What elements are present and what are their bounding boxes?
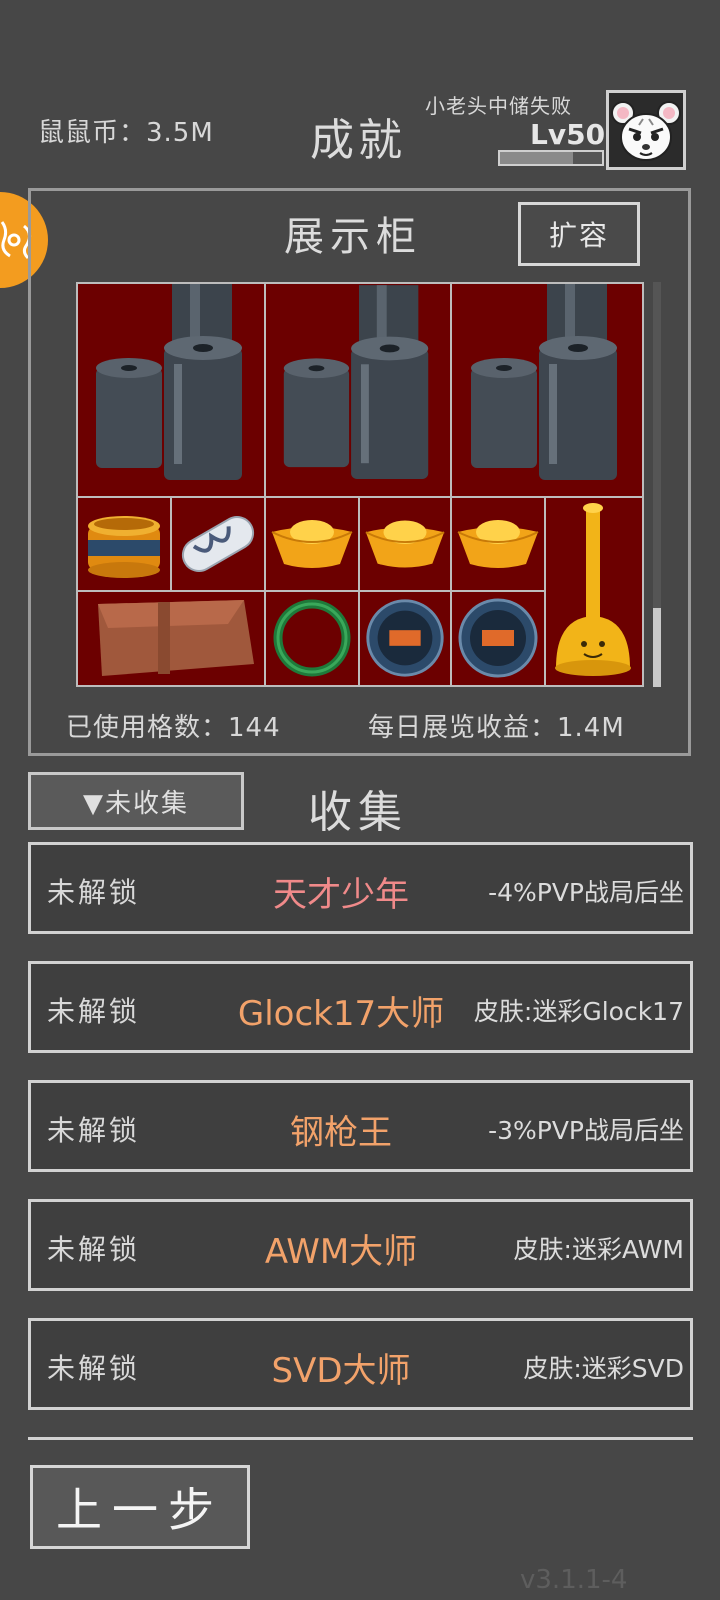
achievement-reward: -4%PVP战局后坐 (488, 878, 684, 907)
achievement-status: 未解锁 (47, 1114, 141, 1147)
grid-cell[interactable] (452, 284, 642, 498)
toilet-paper-rolls-icon (96, 284, 242, 480)
grid-cell[interactable] (266, 498, 360, 592)
achievement-reward: 皮肤:迷彩SVD (523, 1354, 684, 1383)
page-title: 成就 (310, 115, 406, 166)
grid-cell[interactable] (452, 498, 546, 592)
level-progress-bar (498, 150, 604, 166)
diving-watch-icon (366, 599, 444, 677)
gold-ingot-icon (271, 520, 353, 568)
cabinet-scrollbar-thumb[interactable] (653, 608, 661, 687)
achievement-status: 未解锁 (47, 876, 141, 909)
grid-cell[interactable] (78, 592, 266, 685)
grid-cell[interactable] (546, 498, 642, 685)
grid-cell[interactable] (78, 498, 172, 592)
level-progress-fill (500, 152, 574, 164)
achievement-row[interactable]: 未解锁 天才少年 -4%PVP战局后坐 (28, 842, 693, 934)
achievement-status: 未解锁 (47, 1233, 141, 1266)
leather-folder-icon (98, 600, 254, 676)
achievement-reward: 皮肤:迷彩AWM (513, 1235, 684, 1264)
achievement-name: SVD大师 (271, 1351, 411, 1391)
back-button[interactable]: 上一步 (30, 1465, 250, 1549)
achievement-row[interactable]: 未解锁 SVD大师 皮肤:迷彩SVD (28, 1318, 693, 1410)
achievement-row-partial (28, 1437, 693, 1446)
toilet-paper-rolls-icon (283, 285, 429, 480)
achievement-status: 未解锁 (47, 1352, 141, 1385)
achievement-row[interactable]: 未解锁 钢枪王 -3%PVP战局后坐 (28, 1080, 693, 1172)
grid-cell[interactable] (452, 592, 546, 685)
player-name: 小老头中储失败 (425, 94, 572, 118)
used-cells-count: 已使用格数：144 (66, 713, 281, 743)
mouse-avatar-icon (609, 93, 683, 167)
achievement-name: 钢枪王 (290, 1113, 392, 1153)
grid-cell[interactable] (266, 592, 360, 685)
achievement-reward: -3%PVP战局后坐 (488, 1116, 684, 1145)
version-label: v3.1.1-4 (520, 1565, 628, 1595)
golden-plunger-icon (555, 503, 631, 676)
grid-cell[interactable] (360, 592, 452, 685)
achievement-name: Glock17大师 (237, 994, 445, 1034)
cabinet-title: 展示柜 (284, 214, 422, 260)
golden-jar-icon (88, 516, 160, 578)
daily-exhibition-income: 每日展览收益：1.4M (368, 713, 625, 743)
display-grid[interactable] (76, 282, 644, 687)
expand-button[interactable]: 扩容 (518, 202, 640, 266)
toilet-paper-rolls-icon (471, 284, 617, 480)
achievement-status: 未解锁 (47, 995, 141, 1028)
grid-cell[interactable] (360, 498, 452, 592)
avatar[interactable] (606, 90, 686, 170)
diving-watch-icon (458, 598, 538, 678)
grid-cell[interactable] (78, 284, 266, 498)
grid-cell[interactable] (172, 498, 266, 592)
uncollected-filter-dropdown[interactable]: ▼未收集 (28, 772, 244, 830)
coin-balance: 鼠鼠币：3.5M (38, 118, 214, 148)
gold-ingot-icon (365, 520, 445, 568)
achievement-name: 天才少年 (273, 875, 409, 915)
collect-title: 收集 (308, 787, 408, 838)
player-level: Lv50 (530, 118, 606, 151)
achievement-name: AWM大师 (264, 1232, 418, 1272)
grid-cell[interactable] (266, 284, 452, 498)
achievement-row[interactable]: 未解锁 Glock17大师 皮肤:迷彩Glock17 (28, 961, 693, 1053)
achievement-reward: 皮肤:迷彩Glock17 (473, 997, 684, 1026)
vial-icon (181, 516, 255, 572)
jade-bracelet-icon (273, 599, 351, 677)
gold-ingot-icon (457, 520, 539, 568)
achievement-row[interactable]: 未解锁 AWM大师 皮肤:迷彩AWM (28, 1199, 693, 1291)
